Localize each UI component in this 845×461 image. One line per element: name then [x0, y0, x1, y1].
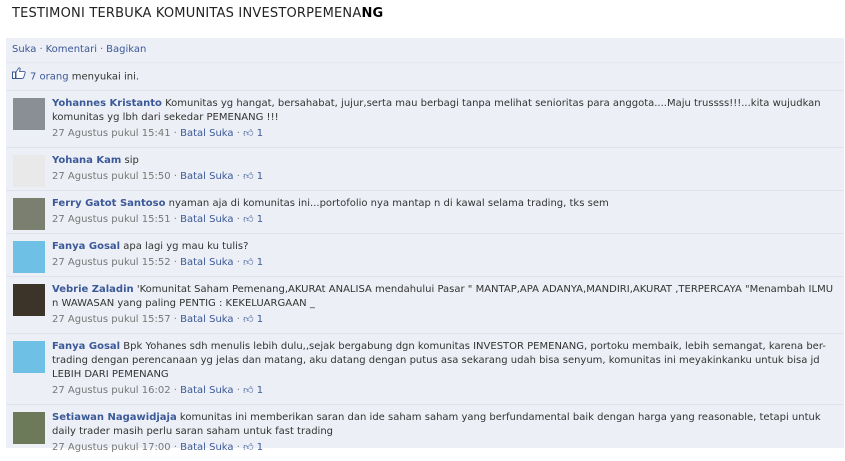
commenter-name[interactable]: Fanya Gosal	[52, 341, 120, 352]
comment-text: Komunitas yg hangat, bersahabat, jujur,s…	[52, 98, 821, 123]
comment-time[interactable]: 27 Agustus pukul 15:57	[52, 314, 171, 325]
unlike-link[interactable]: Batal Suka	[180, 171, 233, 182]
commenter-name[interactable]: Yohana Kam	[52, 155, 121, 166]
post-title-tail: NG	[361, 6, 384, 21]
unlike-link[interactable]: Batal Suka	[180, 214, 233, 225]
comment-time[interactable]: 27 Agustus pukul 15:52	[52, 257, 171, 268]
thumbs-up-icon: 👍︎	[243, 314, 254, 325]
comment-text: sip	[124, 155, 139, 166]
comment-body: Yohannes Kristanto Komunitas yg hangat, …	[52, 97, 838, 125]
comment-meta: 27 Agustus pukul 15:57 · Batal Suka · 👍︎…	[52, 314, 264, 325]
comment-text: nyaman aja di komunitas ini...portofolio…	[168, 198, 609, 209]
comment-meta: 27 Agustus pukul 15:50 · Batal Suka · 👍︎…	[52, 171, 264, 182]
commenter-name[interactable]: Setiawan Nagawidjaja	[52, 412, 177, 423]
avatar[interactable]	[13, 198, 45, 230]
comment-item: Fanya Gosal Bpk Yohanes sdh menulis lebi…	[6, 333, 844, 404]
comment-like-count[interactable]: 1	[257, 214, 263, 225]
comment-item: Vebrie Zaladin 'Komunitat Saham Pemenang…	[6, 276, 844, 333]
comment-link[interactable]: Komentari	[46, 44, 97, 55]
comment-time[interactable]: 27 Agustus pukul 17:00	[52, 442, 171, 453]
like-summary: 7 orang menyukai ini.	[6, 62, 844, 90]
comment-like-count[interactable]: 1	[257, 171, 263, 182]
separator: ·	[39, 44, 43, 55]
thumbs-up-icon: 👍︎	[243, 171, 254, 182]
comment-like-count[interactable]: 1	[257, 314, 263, 325]
like-link[interactable]: Suka	[12, 44, 36, 55]
likers-link[interactable]: 7 orang	[30, 72, 69, 83]
comment-time[interactable]: 27 Agustus pukul 15:51	[52, 214, 171, 225]
avatar[interactable]	[13, 98, 45, 130]
comment-item: Fanya Gosal apa lagi yg mau ku tulis? 27 …	[6, 233, 844, 276]
comment-like-count[interactable]: 1	[257, 128, 263, 139]
avatar[interactable]	[13, 341, 45, 373]
thumbs-up-icon: 👍︎	[243, 128, 254, 139]
comment-body: Setiawan Nagawidjaja komunitas ini membe…	[52, 411, 838, 439]
comment-body: Fanya Gosal apa lagi yg mau ku tulis?	[52, 240, 838, 254]
comment-meta: 27 Agustus pukul 17:00 · Batal Suka · 👍︎…	[52, 442, 264, 453]
avatar[interactable]	[13, 412, 45, 444]
feedback-panel: Suka · Komentari · Bagikan 7 orang menyukai …	[6, 38, 844, 453]
comment-time[interactable]: 27 Agustus pukul 15:50	[52, 171, 171, 182]
avatar[interactable]	[13, 155, 45, 187]
comment-body: Vebrie Zaladin 'Komunitat Saham Pemenang…	[52, 283, 838, 311]
comment-text: apa lagi yg mau ku tulis?	[123, 241, 249, 252]
comment-text: 'Komunitat Saham Pemenang,AKURAt ANALISA…	[52, 284, 834, 309]
comment-meta: 27 Agustus pukul 16:02 · Batal Suka · 👍︎…	[52, 385, 264, 396]
unlike-link[interactable]: Batal Suka	[180, 314, 233, 325]
avatar[interactable]	[13, 241, 45, 273]
comment-item: Ferry Gatot Santoso nyaman aja di komuni…	[6, 190, 844, 233]
commenter-name[interactable]: Vebrie Zaladin	[52, 284, 134, 295]
comment-time[interactable]: 27 Agustus pukul 15:41	[52, 128, 171, 139]
unlike-link[interactable]: Batal Suka	[180, 257, 233, 268]
thumbs-up-icon: 👍︎	[243, 257, 254, 268]
comment-meta: 27 Agustus pukul 15:51 · Batal Suka · 👍︎…	[52, 214, 264, 225]
comment-body: Fanya Gosal Bpk Yohanes sdh menulis lebi…	[52, 340, 838, 382]
commenter-name[interactable]: Fanya Gosal	[52, 241, 120, 252]
comment-meta: 27 Agustus pukul 15:52 · Batal Suka · 👍︎…	[52, 257, 264, 268]
thumbs-up-icon: 👍︎	[243, 385, 254, 396]
comment-like-count[interactable]: 1	[257, 257, 263, 268]
commenter-name[interactable]: Yohannes Kristanto	[52, 98, 162, 109]
comment-like-count[interactable]: 1	[257, 442, 263, 453]
separator: ·	[99, 44, 104, 55]
action-bar: Suka · Komentari · Bagikan	[6, 38, 844, 62]
comment-body: Yohana Kam sip	[52, 154, 838, 168]
comment-body: Ferry Gatot Santoso nyaman aja di komuni…	[52, 197, 838, 211]
comment-item: Yohana Kam sip 27 Agustus pukul 15:50 · B…	[6, 147, 844, 190]
thumbs-up-icon	[12, 63, 26, 90]
comment-time[interactable]: 27 Agustus pukul 16:02	[52, 385, 171, 396]
likes-suffix: menyukai ini.	[68, 71, 140, 83]
comment-item: Setiawan Nagawidjaja komunitas ini membe…	[6, 404, 844, 461]
thumbs-up-icon: 👍︎	[243, 442, 254, 453]
comment-item: Yohannes Kristanto Komunitas yg hangat, …	[6, 90, 844, 147]
post-title-main: TESTIMONI TERBUKA KOMUNITAS INVESTORPEME…	[12, 6, 362, 21]
comment-list: Yohannes Kristanto Komunitas yg hangat, …	[6, 90, 844, 461]
unlike-link[interactable]: Batal Suka	[180, 128, 233, 139]
avatar[interactable]	[13, 284, 45, 316]
comment-text: Bpk Yohanes sdh menulis lebih dulu,,seja…	[52, 341, 826, 380]
comment-like-count[interactable]: 1	[257, 385, 263, 396]
thumbs-up-icon: 👍︎	[243, 214, 254, 225]
post-title: TESTIMONI TERBUKA KOMUNITAS INVESTORPEME…	[12, 6, 383, 21]
commenter-name[interactable]: Ferry Gatot Santoso	[52, 198, 165, 209]
share-link[interactable]: Bagikan	[106, 44, 146, 55]
unlike-link[interactable]: Batal Suka	[180, 385, 233, 396]
unlike-link[interactable]: Batal Suka	[180, 442, 233, 453]
comment-meta: 27 Agustus pukul 15:41 · Batal Suka · 👍︎…	[52, 128, 264, 139]
